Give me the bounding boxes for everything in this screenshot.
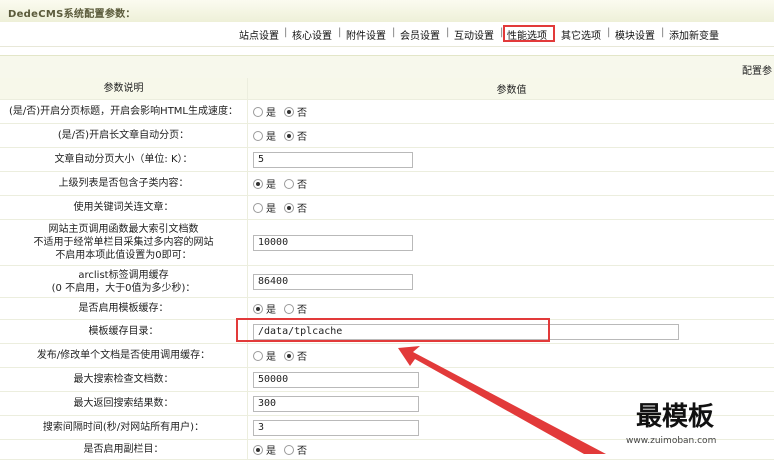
watermark-url: www.zuimoban.com [626, 436, 717, 446]
watermark-brand: 最模板 [636, 402, 715, 432]
annotation-arrow [398, 346, 606, 454]
